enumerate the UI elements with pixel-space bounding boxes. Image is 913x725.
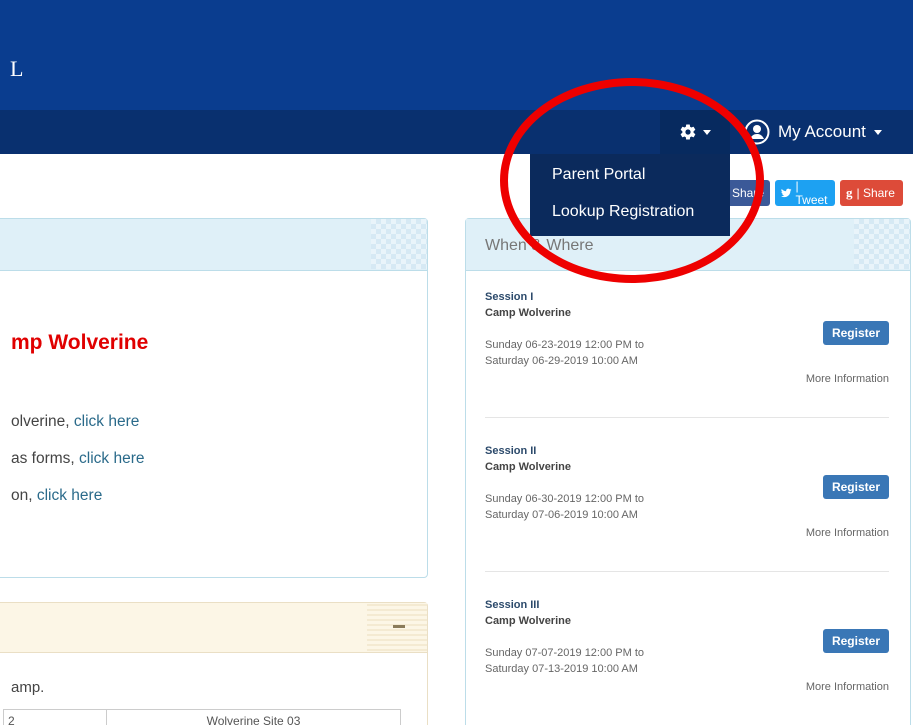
- collapse-minus-icon[interactable]: [393, 625, 405, 628]
- top-navbar: My Account: [0, 110, 913, 154]
- camp-info-panel-header: [0, 219, 427, 271]
- camp-sites-text: amp.: [11, 679, 45, 696]
- chevron-down-icon: [703, 129, 711, 135]
- session-item: Session II Camp Wolverine Sunday 06-30-2…: [485, 445, 889, 545]
- settings-dropdown-menu: Parent Portal Lookup Registration: [530, 154, 730, 236]
- info-line-1: olverine, click here: [11, 413, 140, 430]
- twitter-tweet-button[interactable]: | Tweet: [775, 179, 835, 207]
- google-plus-share-label: | Share: [856, 186, 895, 200]
- user-circle-icon: [744, 119, 770, 145]
- camp-sites-panel-header: [0, 603, 427, 653]
- twitter-icon: [781, 188, 792, 198]
- camp-sites-table: 2 Wolverine Site 03: [3, 709, 401, 725]
- session-divider: [485, 571, 889, 572]
- table-row: 2 Wolverine Site 03: [3, 709, 401, 725]
- session-dates: Sunday 06-30-2019 12:00 PM to Saturday 0…: [485, 493, 645, 521]
- camp-info-panel: mp Wolverine olverine, click here as for…: [0, 218, 428, 578]
- more-information-link[interactable]: More Information: [806, 373, 889, 385]
- table-cell: Wolverine Site 03: [106, 709, 401, 725]
- panel-header-pattern: [371, 219, 427, 269]
- facebook-share-label: Share: [731, 186, 764, 200]
- info-line-3: on, click here: [11, 487, 103, 504]
- google-plus-icon: g: [846, 185, 853, 200]
- session-name: Session III: [485, 599, 540, 611]
- click-here-link-3[interactable]: click here: [37, 487, 102, 504]
- google-plus-share-button[interactable]: g | Share: [840, 180, 903, 206]
- more-information-link[interactable]: More Information: [806, 681, 889, 693]
- session-dates: Sunday 07-07-2019 12:00 PM to Saturday 0…: [485, 647, 645, 675]
- session-dates: Sunday 06-23-2019 12:00 PM to Saturday 0…: [485, 339, 645, 367]
- click-here-link-1[interactable]: click here: [74, 413, 139, 430]
- menu-item-parent-portal[interactable]: Parent Portal: [530, 164, 730, 201]
- camp-heading: mp Wolverine: [11, 331, 149, 354]
- twitter-tweet-label: | Tweet: [795, 179, 828, 207]
- register-button[interactable]: Register: [822, 475, 889, 499]
- session-name: Session II: [485, 445, 537, 457]
- table-cell: 2: [3, 709, 107, 725]
- site-title: L: [10, 56, 24, 81]
- gear-icon: [680, 124, 696, 140]
- camp-sites-panel: amp. 2 Wolverine Site 03: [0, 602, 428, 725]
- share-buttons: Share | Tweet g | Share: [710, 179, 903, 207]
- my-account-menu[interactable]: My Account: [744, 110, 882, 154]
- my-account-label: My Account: [778, 122, 866, 141]
- session-location: Camp Wolverine: [485, 307, 571, 319]
- chevron-down-icon: [873, 129, 882, 135]
- session-divider: [485, 417, 889, 418]
- info-line-2: as forms, click here: [11, 450, 145, 467]
- site-banner: L: [0, 0, 913, 110]
- when-where-panel: When & Where Session I Camp Wolverine Su…: [465, 218, 911, 725]
- click-here-link-2[interactable]: click here: [79, 450, 144, 467]
- when-where-title: When & Where: [485, 237, 594, 254]
- settings-dropdown-toggle[interactable]: [660, 110, 730, 154]
- session-item: Session III Camp Wolverine Sunday 07-07-…: [485, 599, 889, 699]
- register-button[interactable]: Register: [822, 629, 889, 653]
- session-location: Camp Wolverine: [485, 461, 571, 473]
- session-item: Session I Camp Wolverine Sunday 06-23-20…: [485, 291, 889, 391]
- panel-header-pattern: [854, 219, 910, 269]
- session-name: Session I: [485, 291, 534, 303]
- more-information-link[interactable]: More Information: [806, 527, 889, 539]
- register-button[interactable]: Register: [822, 321, 889, 345]
- menu-item-lookup-registration[interactable]: Lookup Registration: [530, 201, 730, 238]
- session-location: Camp Wolverine: [485, 615, 571, 627]
